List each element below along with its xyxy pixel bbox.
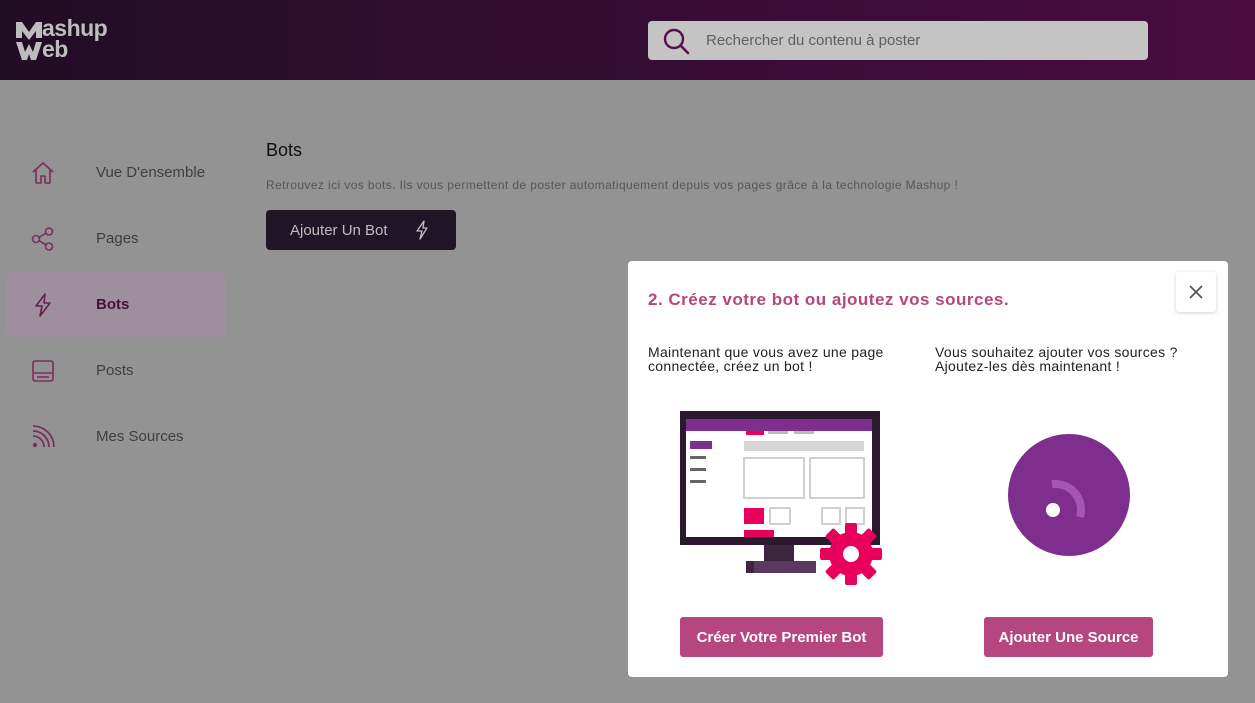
add-bot-label: Ajouter Un Bot bbox=[290, 221, 388, 239]
logo[interactable]: ashup eb bbox=[14, 17, 124, 62]
sidebar-item-bots[interactable]: Bots bbox=[6, 272, 226, 337]
onboarding-modal: 2. Créez votre bot ou ajoutez vos source… bbox=[628, 261, 1228, 677]
post-icon bbox=[32, 360, 54, 382]
sidebar-item-label: Bots bbox=[96, 296, 130, 313]
sidebar-item-label: Vue D'ensemble bbox=[96, 164, 206, 181]
sidebar: Vue D'ensemble Pages Bots Posts Mes Sour… bbox=[6, 140, 226, 470]
bolt-icon bbox=[35, 293, 51, 317]
create-bot-text: Maintenant que vous avez une page connec… bbox=[648, 344, 884, 374]
sidebar-item-sources[interactable]: Mes Sources bbox=[6, 404, 226, 469]
close-icon bbox=[1189, 285, 1203, 299]
create-first-bot-button[interactable]: Créer Votre Premier Bot bbox=[680, 617, 883, 657]
modal-title: 2. Créez votre bot ou ajoutez vos source… bbox=[648, 290, 1010, 309]
logo-text: ashup eb bbox=[42, 17, 108, 62]
page-title: Bots bbox=[266, 140, 303, 160]
rss-illustration bbox=[1008, 434, 1130, 556]
add-source-text: Vous souhaitez ajouter vos sources ? Ajo… bbox=[935, 344, 1178, 374]
search-input[interactable] bbox=[706, 21, 1136, 60]
logo-line-2: eb bbox=[42, 36, 68, 62]
home-icon bbox=[32, 162, 54, 184]
sidebar-item-posts[interactable]: Posts bbox=[6, 338, 226, 403]
close-button[interactable] bbox=[1176, 272, 1216, 312]
sidebar-item-overview[interactable]: Vue D'ensemble bbox=[6, 140, 226, 205]
share-icon bbox=[31, 227, 54, 251]
add-bot-button[interactable]: Ajouter Un Bot bbox=[266, 210, 456, 250]
search-icon[interactable] bbox=[662, 27, 690, 55]
top-header: ashup eb bbox=[0, 0, 1255, 80]
sidebar-item-label: Posts bbox=[96, 362, 134, 379]
monitor-gear-illustration bbox=[680, 411, 882, 585]
search-bar[interactable] bbox=[648, 21, 1148, 60]
add-source-button[interactable]: Ajouter Une Source bbox=[984, 617, 1153, 657]
logo-mark-icon bbox=[16, 22, 42, 60]
sidebar-item-label: Mes Sources bbox=[96, 428, 184, 445]
rss-icon bbox=[32, 425, 55, 448]
page-description: Retrouvez ici vos bots. Ils vous permett… bbox=[266, 178, 959, 192]
sidebar-item-label: Pages bbox=[96, 230, 139, 247]
sidebar-item-pages[interactable]: Pages bbox=[6, 206, 226, 271]
bolt-icon bbox=[416, 220, 428, 240]
